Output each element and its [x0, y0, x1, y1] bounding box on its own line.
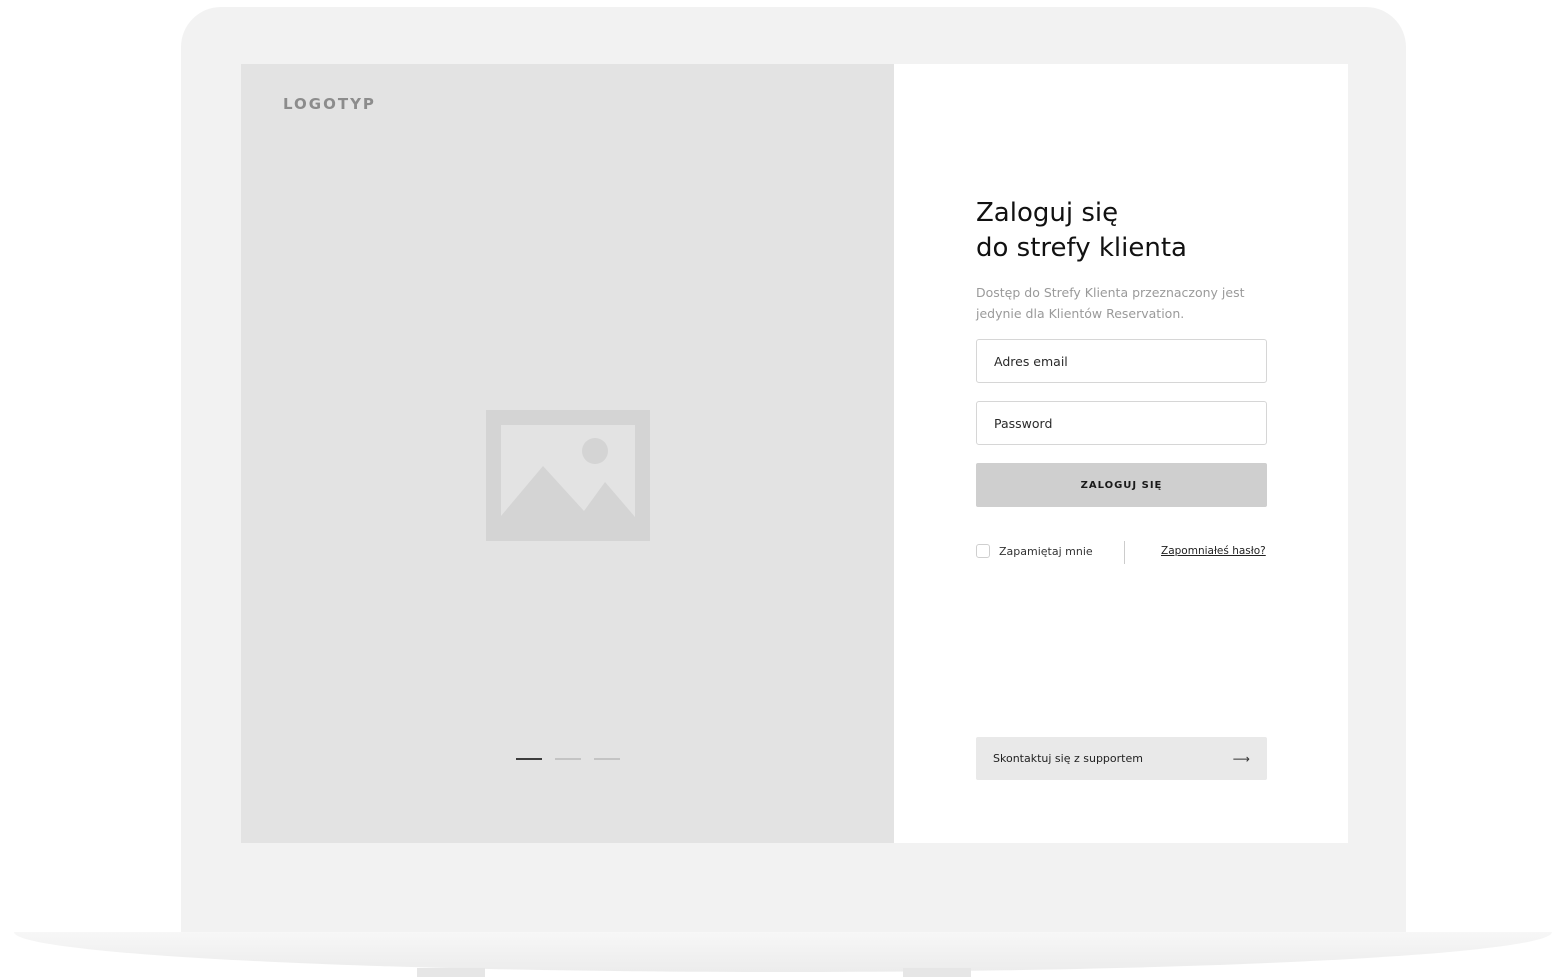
logo: LOGOTYP: [283, 95, 376, 113]
remember-me-checkbox[interactable]: [976, 544, 990, 558]
slider-dot-2[interactable]: [555, 758, 581, 760]
laptop-foot-left: [417, 968, 485, 977]
forgot-password-link[interactable]: Zapomniałeś hasło?: [1161, 545, 1266, 557]
hero-panel: LOGOTYP: [241, 64, 894, 843]
laptop-foot-right: [903, 968, 971, 977]
page-title: Zaloguj się do strefy klienta: [976, 196, 1187, 266]
login-screen: LOGOTYP Zaloguj się do strefy klienta Do…: [241, 64, 1348, 843]
laptop-mockup: LOGOTYP Zaloguj się do strefy klienta Do…: [0, 0, 1552, 977]
login-panel: Zaloguj się do strefy klienta Dostęp do …: [894, 64, 1348, 843]
contact-support-label: Skontaktuj się z supportem: [993, 752, 1143, 765]
laptop-base: [14, 932, 1552, 972]
image-placeholder-icon: [486, 410, 650, 541]
password-field[interactable]: [976, 401, 1267, 445]
slider-dot-3[interactable]: [594, 758, 620, 760]
remember-me[interactable]: Zapamiętaj mnie: [976, 544, 1093, 558]
slider-pagination: [516, 758, 620, 760]
title-line-2: do strefy klienta: [976, 233, 1187, 263]
email-field[interactable]: [976, 339, 1267, 383]
arrow-right-icon: ⟶: [1232, 751, 1250, 766]
options-divider: [1124, 541, 1125, 564]
remember-me-label: Zapamiętaj mnie: [999, 544, 1093, 558]
title-line-1: Zaloguj się: [976, 198, 1119, 228]
slider-dot-1[interactable]: [516, 758, 542, 760]
contact-support-button[interactable]: Skontaktuj się z supportem ⟶: [976, 737, 1267, 780]
login-button[interactable]: ZALOGUJ SIĘ: [976, 463, 1267, 507]
login-description: Dostęp do Strefy Klienta przeznaczony je…: [976, 285, 1245, 321]
